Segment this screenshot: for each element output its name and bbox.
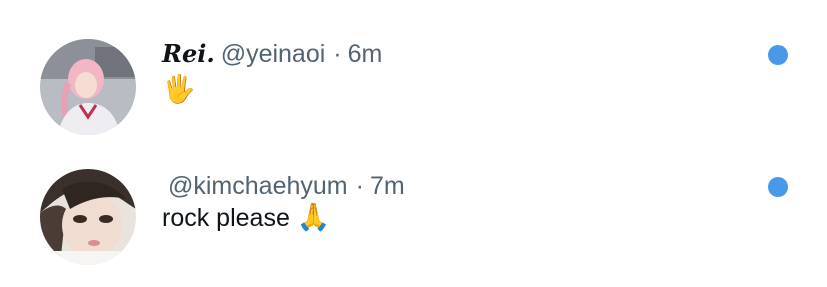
avatar-image bbox=[40, 169, 136, 265]
notification-item[interactable]: Rei. @yeinaoi · 6m 🖐 bbox=[0, 14, 827, 144]
tweet-text: 🖐 bbox=[162, 72, 196, 108]
display-name[interactable]: Rei. bbox=[162, 39, 215, 68]
unread-indicator bbox=[768, 45, 788, 65]
tweet-header: @kimchaehyum · 7m bbox=[168, 170, 405, 202]
unread-indicator bbox=[768, 177, 788, 197]
folded-hands-icon: 🙏 bbox=[296, 202, 331, 233]
avatar[interactable] bbox=[40, 39, 136, 135]
timestamp[interactable]: 6m bbox=[348, 40, 383, 68]
user-handle[interactable]: @kimchaehyum bbox=[168, 172, 348, 200]
tweet-text: rock please 🙏 bbox=[162, 200, 330, 236]
raised-hand-icon: 🖐 bbox=[162, 74, 196, 105]
tweet-text-content: rock please bbox=[162, 204, 290, 232]
user-handle[interactable]: @yeinaoi bbox=[221, 40, 326, 68]
timestamp[interactable]: 7m bbox=[370, 172, 405, 200]
separator-dot: · bbox=[355, 172, 364, 200]
avatar[interactable] bbox=[40, 169, 136, 265]
avatar-image bbox=[40, 39, 136, 135]
tweet-header: Rei. @yeinaoi · 6m bbox=[162, 38, 382, 70]
notification-item[interactable]: @kimchaehyum · 7m rock please 🙏 bbox=[0, 150, 827, 280]
separator-dot: · bbox=[333, 40, 342, 68]
